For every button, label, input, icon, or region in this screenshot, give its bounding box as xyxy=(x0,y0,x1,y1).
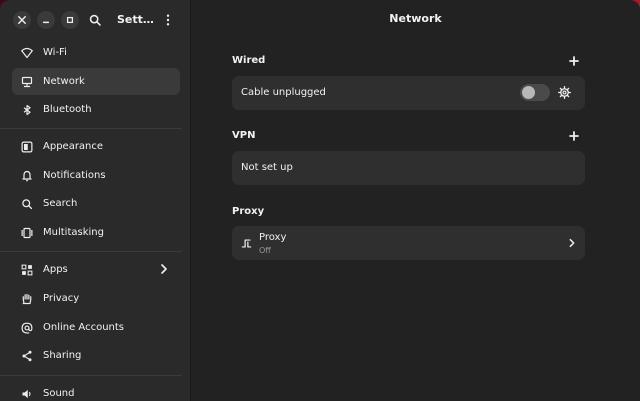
vpn-status: Not set up xyxy=(241,162,293,173)
sidebar-item-label: Sound xyxy=(43,388,75,399)
sidebar-item-appearance[interactable]: Appearance xyxy=(12,133,180,160)
sidebar-item-label: Bluetooth xyxy=(43,104,92,115)
apps-icon xyxy=(19,262,35,278)
wifi-icon xyxy=(19,45,35,61)
toggle-knob xyxy=(522,86,535,99)
bluetooth-icon xyxy=(19,102,35,118)
wired-toggle[interactable] xyxy=(520,84,550,101)
proxy-label: Proxy xyxy=(259,232,287,243)
minimize-icon xyxy=(42,21,50,24)
network-icon xyxy=(19,74,35,90)
sidebar-item-privacy[interactable]: Privacy xyxy=(12,285,180,312)
hand-icon xyxy=(19,291,35,307)
sidebar-item-wifi[interactable]: Wi-Fi xyxy=(12,39,180,66)
kebab-menu-icon xyxy=(166,14,170,26)
sidebar-item-label: Online Accounts xyxy=(43,322,125,333)
proxy-row[interactable]: Proxy Off xyxy=(232,226,585,260)
sidebar-separator xyxy=(0,251,182,252)
search-button[interactable] xyxy=(86,11,104,29)
appearance-icon xyxy=(19,139,35,155)
page-title: Network xyxy=(389,12,442,25)
proxy-icon xyxy=(241,239,252,248)
sidebar-item-sharing[interactable]: Sharing xyxy=(12,342,180,369)
add-wired-button[interactable] xyxy=(568,55,580,67)
sidebar-separator xyxy=(0,375,182,376)
sidebar-item-label: Notifications xyxy=(43,170,106,181)
notifications-icon xyxy=(19,168,35,184)
wired-status: Cable unplugged xyxy=(241,87,326,98)
share-icon xyxy=(19,348,35,364)
sidebar-item-network[interactable]: Network xyxy=(12,68,180,95)
sidebar-item-label: Sharing xyxy=(43,350,82,361)
vpn-row: Not set up xyxy=(232,151,585,185)
sidebar-item-notifications[interactable]: Notifications xyxy=(12,162,180,189)
sidebar-item-bluetooth[interactable]: Bluetooth xyxy=(12,96,180,123)
sidebar: Sett… Wi-Fi Network Bluetooth Appearance… xyxy=(0,0,191,401)
sidebar-item-label: Network xyxy=(43,76,85,87)
sidebar-item-apps[interactable]: Apps xyxy=(12,256,180,283)
minimize-button[interactable] xyxy=(37,11,55,29)
sidebar-item-label: Wi-Fi xyxy=(43,47,67,58)
multitasking-icon xyxy=(19,225,35,241)
gear-icon[interactable] xyxy=(558,86,571,99)
main-menu-button[interactable] xyxy=(159,11,177,29)
sidebar-item-label: Apps xyxy=(43,264,68,275)
settings-window: Sett… Wi-Fi Network Bluetooth Appearance… xyxy=(0,0,640,401)
proxy-state: Off xyxy=(259,246,271,255)
close-icon xyxy=(18,16,26,24)
sidebar-item-multitasking[interactable]: Multitasking xyxy=(12,219,180,246)
proxy-section-title: Proxy xyxy=(232,206,265,217)
vpn-section-title: VPN xyxy=(232,130,256,141)
sidebar-item-label: Privacy xyxy=(43,293,80,304)
wired-connection-row: Cable unplugged xyxy=(232,76,585,110)
chevron-right-icon xyxy=(161,264,167,274)
sidebar-item-sound[interactable]: Sound xyxy=(12,380,180,401)
network-panel: Network Wired Cable unplugged VPN Not se… xyxy=(191,0,640,401)
chevron-right-icon xyxy=(569,238,575,248)
maximize-button[interactable] xyxy=(61,11,79,29)
at-icon xyxy=(19,320,35,336)
sidebar-item-label: Search xyxy=(43,198,78,209)
maximize-icon xyxy=(66,16,74,24)
search-icon xyxy=(89,14,101,26)
sidebar-item-online-accounts[interactable]: Online Accounts xyxy=(12,314,180,341)
sidebar-item-label: Appearance xyxy=(43,141,104,152)
search-icon xyxy=(19,196,35,212)
add-vpn-button[interactable] xyxy=(568,130,580,142)
sidebar-separator xyxy=(0,128,182,129)
sidebar-title: Sett… xyxy=(117,13,154,26)
sidebar-item-label: Multitasking xyxy=(43,227,104,238)
close-button[interactable] xyxy=(13,11,31,29)
speaker-icon xyxy=(19,386,35,401)
sidebar-header: Sett… xyxy=(0,0,190,40)
wired-section-title: Wired xyxy=(232,55,266,66)
sidebar-item-search[interactable]: Search xyxy=(12,190,180,217)
